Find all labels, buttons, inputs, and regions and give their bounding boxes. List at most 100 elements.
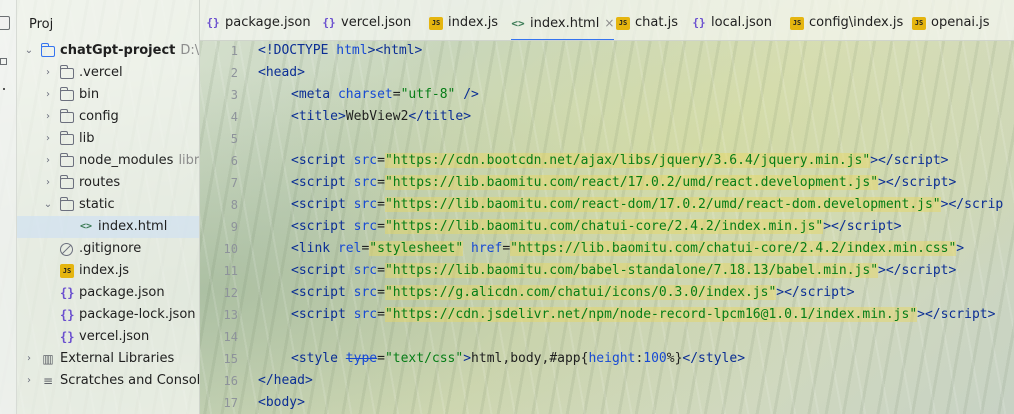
tab-vercel-json[interactable]: {} vercel.json (322, 0, 411, 40)
code-line[interactable]: <head> (258, 62, 305, 84)
code-line[interactable]: <title>WebView2</title> (258, 106, 471, 128)
code-line[interactable]: <meta charset="utf-8" /> (258, 84, 479, 106)
tab-label: local.json (711, 15, 773, 30)
code-token: 100 (643, 351, 667, 366)
code-token: rel (337, 241, 362, 256)
code-line[interactable]: <style type="text/css">html,body,#app{he… (258, 348, 745, 370)
code-line[interactable]: <body> (258, 392, 305, 414)
tree-item-label: node_modules libra (79, 150, 199, 172)
chevron-right-icon[interactable]: › (23, 348, 35, 370)
chevron-right-icon[interactable]: › (23, 370, 35, 392)
code-line[interactable]: <script src="https://g.alicdn.com/chatui… (258, 282, 855, 304)
code-token: = (502, 241, 511, 256)
tab-label: index.html (530, 16, 600, 31)
chevron-right-icon[interactable]: › (42, 172, 54, 194)
chevron-down-icon[interactable]: ⌄ (42, 194, 54, 216)
chevron-right-icon[interactable]: › (42, 106, 54, 128)
code-token: <script (291, 285, 354, 300)
tree-item-name: vercel.json (79, 329, 150, 344)
tab-config-index-js[interactable]: JS config\index.js (790, 0, 903, 40)
code-token: <script (291, 263, 354, 278)
code-token: = (377, 263, 385, 278)
tab-openai-js[interactable]: JS openai.js (912, 0, 990, 40)
code-token: "https://cdn.bootcdn.net/ajax/libs/jquer… (384, 153, 871, 168)
json-icon: {} (206, 16, 220, 29)
code-line[interactable]: <script src="https://lib.baomitu.com/bab… (258, 260, 956, 282)
js-file-icon: JS (60, 264, 74, 278)
tree-item-name: bin (79, 87, 100, 102)
code-token: ></ (878, 175, 902, 190)
code-token: > (948, 263, 957, 278)
code-token: , (502, 351, 511, 366)
tree-item[interactable]: ⌄ chatGpt-project D:\Pro (17, 40, 199, 62)
line-number: 12 (223, 286, 238, 300)
tab-package-json[interactable]: {} package.json (206, 0, 310, 40)
tree-item[interactable]: {} package.json (17, 282, 199, 304)
code-line[interactable]: <script src="https://lib.baomitu.com/cha… (258, 216, 902, 238)
tree-item[interactable]: › config (17, 106, 199, 128)
tree-item[interactable]: › bin (17, 84, 199, 106)
libraries-icon: ▥ (42, 352, 54, 366)
line-number: 10 (223, 242, 238, 256)
tree-item[interactable]: ⌄ static (17, 194, 199, 216)
code-token: "https://g.alicdn.com/chatui/icons/0.3.0… (384, 285, 777, 300)
code-token: src (353, 175, 378, 190)
more-toolwindows-icon[interactable] (3, 88, 5, 90)
line-number: 11 (223, 264, 238, 278)
tree-item[interactable]: › .vercel (17, 62, 199, 84)
code-token: = (377, 351, 385, 366)
tree-item[interactable]: {} vercel.json (17, 326, 199, 348)
tree-item[interactable]: JS index.js (17, 260, 199, 282)
chevron-right-icon[interactable]: › (42, 84, 54, 106)
tree-item-name: Scratches and Console (60, 373, 200, 388)
tab-local-json[interactable]: {} local.json (692, 0, 772, 40)
code-line[interactable]: <script src="https://lib.baomitu.com/rea… (258, 172, 956, 194)
code-line[interactable]: </head> (258, 370, 313, 392)
tab-chat-js[interactable]: JS chat.js (616, 0, 678, 40)
code-editor[interactable]: 1 2 3 4 5 6 7 8 9 10 11 12 13 14 15 16 17 <!DOCTYPE html… (200, 40, 1014, 414)
code-token: ></ (870, 153, 894, 168)
tab-index-html[interactable]: <> index.html × (511, 0, 615, 40)
tree-item[interactable]: › node_modules libra (17, 150, 199, 172)
project-toolwindow-icon[interactable] (0, 16, 10, 30)
chevron-right-icon[interactable]: › (42, 62, 54, 84)
code-token: "https://lib.baomitu.com/react/17.0.2/um… (384, 175, 879, 190)
tree-item[interactable]: › routes (17, 172, 199, 194)
tree-item-name: static (79, 197, 115, 212)
code-line[interactable]: <script src="https://lib.baomitu.com/rea… (258, 194, 1003, 216)
tree-item[interactable]: › lib (17, 128, 199, 150)
tree-item-label: bin (79, 84, 99, 106)
chevron-right-icon[interactable]: › (42, 128, 54, 150)
code-token: height (588, 351, 636, 366)
code-token: WebView2 (345, 109, 409, 124)
tree-item-hint: D:\Pro (180, 43, 200, 58)
tab-index-js[interactable]: JS index.js (429, 0, 498, 40)
code-token: <html> (375, 43, 423, 58)
line-number: 4 (230, 110, 238, 124)
tree-item[interactable]: › ▥ External Libraries (17, 348, 199, 370)
project-panel-title[interactable]: Proj (29, 17, 53, 32)
code-token: html (471, 351, 503, 366)
code-line[interactable]: <script src="https://cdn.jsdelivr.net/np… (258, 304, 995, 326)
tree-item[interactable]: › ≡ Scratches and Console (17, 370, 199, 392)
code-line[interactable]: <link rel="stylesheet" href="https://lib… (258, 238, 964, 260)
chevron-down-icon[interactable]: ⌄ (23, 40, 35, 62)
line-number: 7 (230, 176, 238, 190)
code-token: scrip (964, 197, 1004, 212)
json-file-icon: {} (60, 286, 75, 300)
code-line[interactable]: <script src="https://cdn.bootcdn.net/aja… (258, 150, 948, 172)
code-token: "https://cdn.jsdelivr.net/npm/node-recor… (384, 307, 918, 322)
code-token: "https://lib.baomitu.com/react-dom/17.0.… (384, 197, 941, 212)
code-line[interactable]: <!DOCTYPE html><html> (258, 40, 422, 62)
structure-toolwindow-icon[interactable] (0, 58, 7, 65)
chevron-right-icon[interactable]: › (42, 150, 54, 172)
tree-item-name: package.json (79, 285, 165, 300)
code-token: > (987, 307, 996, 322)
tree-item[interactable]: <> index.html (17, 216, 199, 238)
js-icon: JS (616, 17, 630, 30)
line-number: 3 (230, 88, 238, 102)
close-tab-icon[interactable]: × (604, 16, 614, 30)
tree-item[interactable]: {} package-lock.json (17, 304, 199, 326)
tree-item-name: index.html (98, 219, 168, 234)
tree-item[interactable]: .gitignore (17, 238, 199, 260)
